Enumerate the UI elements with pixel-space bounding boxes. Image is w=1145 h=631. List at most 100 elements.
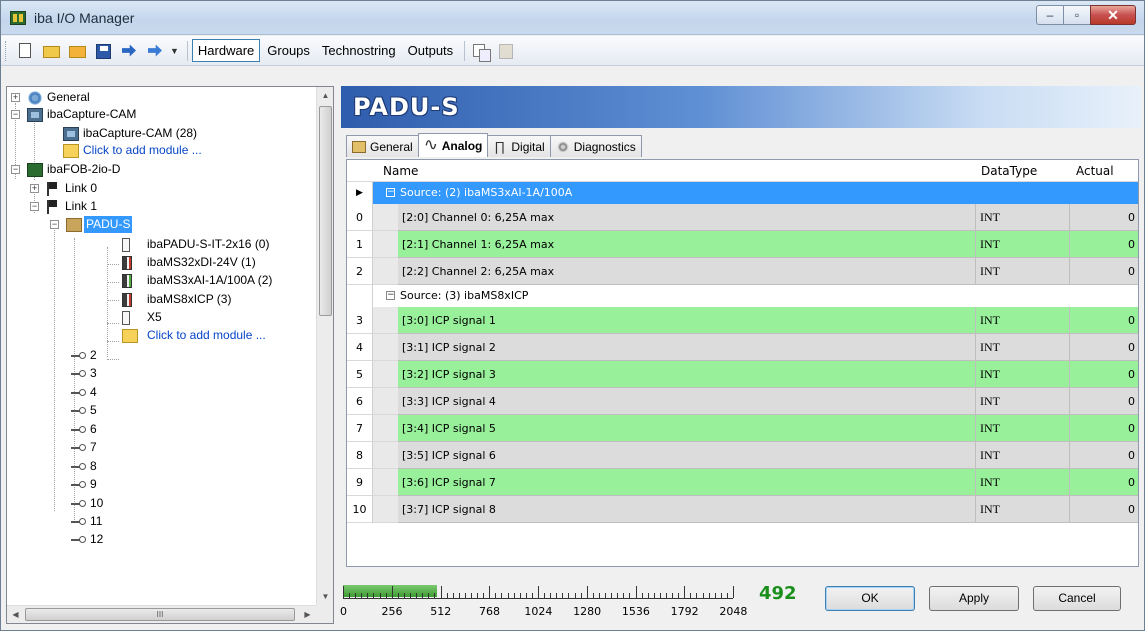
table-row[interactable]: 6 [3:3] ICP signal 4 INT 0: [347, 388, 1138, 415]
signal-name-cell[interactable]: [3:6] ICP signal 7: [398, 469, 976, 496]
scroll-down-arrow-icon[interactable]: ▼: [317, 588, 333, 605]
tree-item-label: ibaFOB-2io-D: [47, 162, 121, 176]
scroll-up-arrow-icon[interactable]: ▲: [317, 87, 333, 104]
link-connector-icon: [71, 426, 86, 433]
table-row[interactable]: 0 [2:0] Channel 0: 6,25A max INT 0: [347, 204, 1138, 231]
signal-name-cell[interactable]: [3:3] ICP signal 4: [398, 388, 976, 415]
datatype-cell[interactable]: INT: [976, 496, 1070, 523]
collapse-group-icon[interactable]: −: [386, 188, 395, 197]
module-header: PADU-S: [341, 86, 1141, 128]
signal-name-cell[interactable]: [3:5] ICP signal 6: [398, 442, 976, 469]
datatype-cell[interactable]: INT: [976, 415, 1070, 442]
signal-name-cell[interactable]: [3:7] ICP signal 8: [398, 496, 976, 523]
table-row[interactable]: 4 [3:1] ICP signal 2 INT 0: [347, 334, 1138, 361]
source-group-row[interactable]: − Source: (3) ibaMS8xICP: [347, 285, 1138, 307]
meter-scale-label: 1536: [621, 605, 650, 618]
table-row[interactable]: 7 [3:4] ICP signal 5 INT 0: [347, 415, 1138, 442]
import-icon[interactable]: [118, 40, 140, 62]
source-group-row[interactable]: ▶ − Source: (2) ibaMS3xAI-1A/100A: [347, 182, 1138, 204]
signal-name-cell[interactable]: [3:4] ICP signal 5: [398, 415, 976, 442]
tab-digital[interactable]: Digital: [487, 135, 551, 157]
toolbar-tab-groups[interactable]: Groups: [262, 40, 315, 61]
signal-name-cell[interactable]: [2:0] Channel 0: 6,25A max: [398, 204, 976, 231]
signal-name-cell[interactable]: [3:1] ICP signal 2: [398, 334, 976, 361]
table-row[interactable]: 5 [3:2] ICP signal 3 INT 0: [347, 361, 1138, 388]
meter-tick: [623, 593, 625, 598]
tab-diagnostics[interactable]: Diagnostics: [549, 135, 642, 157]
scroll-left-arrow-icon[interactable]: ◀: [7, 606, 24, 623]
datatype-cell[interactable]: INT: [976, 361, 1070, 388]
column-header-actual[interactable]: Actual: [1076, 160, 1114, 182]
datatype-cell[interactable]: INT: [976, 204, 1070, 231]
column-header-name[interactable]: Name: [383, 160, 418, 182]
toolbar-tab-outputs[interactable]: Outputs: [403, 40, 459, 61]
signal-name-cell[interactable]: [2:2] Channel 2: 6,25A max: [398, 258, 976, 285]
table-row[interactable]: 2 [2:2] Channel 2: 6,25A max INT 0: [347, 258, 1138, 285]
ok-button[interactable]: OK: [825, 586, 915, 611]
datatype-cell[interactable]: INT: [976, 231, 1070, 258]
expand-icon[interactable]: +: [30, 184, 39, 193]
slot-icon: [122, 311, 130, 325]
signal-name-cell[interactable]: [3:0] ICP signal 1: [398, 307, 976, 334]
datatype-cell[interactable]: INT: [976, 442, 1070, 469]
collapse-icon[interactable]: −: [11, 165, 20, 174]
collapse-group-icon[interactable]: −: [386, 291, 395, 300]
table-row[interactable]: 3 [3:0] ICP signal 1 INT 0: [347, 307, 1138, 334]
open-folder-icon[interactable]: [40, 40, 62, 62]
camera-icon: [63, 127, 79, 141]
toolbar-tab-technostring[interactable]: Technostring: [317, 40, 401, 61]
export-icon[interactable]: [144, 40, 166, 62]
copy-icon[interactable]: [469, 40, 492, 62]
column-header-datatype[interactable]: DataType: [981, 160, 1037, 182]
pane-splitter[interactable]: [336, 86, 340, 624]
maximize-button[interactable]: ▫: [1063, 5, 1090, 25]
signal-name-cell[interactable]: [2:1] Channel 1: 6,25A max: [398, 231, 976, 258]
new-file-icon[interactable]: [14, 40, 36, 62]
meter-tick: [519, 593, 521, 598]
table-row[interactable]: 10 [3:7] ICP signal 8 INT 0: [347, 496, 1138, 523]
tree-vertical-scrollbar[interactable]: ▲ ▼: [316, 87, 333, 605]
tab-general[interactable]: General: [346, 135, 419, 157]
meter-tick: [361, 593, 363, 598]
toolbar-tab-hardware[interactable]: Hardware: [191, 39, 261, 62]
open-special-folder-icon[interactable]: [66, 40, 88, 62]
collapse-icon[interactable]: −: [30, 202, 39, 211]
collapse-icon[interactable]: −: [50, 220, 59, 229]
signal-name-cell[interactable]: [3:2] ICP signal 3: [398, 361, 976, 388]
meter-tick: [434, 593, 436, 598]
paste-icon[interactable]: [495, 40, 517, 62]
meter-tick: [586, 586, 588, 598]
expand-icon[interactable]: +: [11, 93, 20, 102]
apply-button[interactable]: Apply: [929, 586, 1019, 611]
row-header: [347, 285, 373, 307]
save-icon[interactable]: [92, 40, 114, 62]
scroll-thumb[interactable]: III: [25, 608, 295, 621]
cancel-button[interactable]: Cancel: [1033, 586, 1121, 611]
meter-tick: [422, 593, 424, 598]
meter-tick: [507, 593, 509, 598]
export-dropdown-arrow-icon[interactable]: ▼: [170, 46, 179, 56]
scroll-right-arrow-icon[interactable]: ▶: [299, 606, 316, 623]
collapse-icon[interactable]: −: [11, 110, 20, 119]
source-group-label: Source: (2) ibaMS3xAI-1A/100A: [400, 186, 573, 199]
close-button[interactable]: ✕: [1090, 5, 1136, 25]
meter-scale-label: 256: [381, 605, 403, 618]
meter-tick: [726, 593, 728, 598]
datatype-cell[interactable]: INT: [976, 307, 1070, 334]
meter-tick: [489, 586, 491, 598]
minimize-button[interactable]: –: [1036, 5, 1063, 25]
scroll-thumb[interactable]: [319, 106, 332, 316]
table-row[interactable]: 8 [3:5] ICP signal 6 INT 0: [347, 442, 1138, 469]
datatype-cell[interactable]: INT: [976, 258, 1070, 285]
tab-analog[interactable]: Analog: [417, 133, 489, 157]
module-config-pane: PADU-S General Analog Digital Diagnostic…: [340, 86, 1141, 624]
meter-tick: [513, 593, 515, 598]
datatype-cell[interactable]: INT: [976, 334, 1070, 361]
tree-item-label: 5: [90, 403, 97, 417]
status-area: 0 256 512 768 1024 1280 1536 1792 2048 492 OK Ap…: [340, 575, 1141, 624]
table-row[interactable]: 1 [2:1] Channel 1: 6,25A max INT 0: [347, 231, 1138, 258]
table-row[interactable]: 9 [3:6] ICP signal 7 INT 0: [347, 469, 1138, 496]
datatype-cell[interactable]: INT: [976, 469, 1070, 496]
tree-horizontal-scrollbar[interactable]: ◀ III ▶: [7, 605, 317, 623]
datatype-cell[interactable]: INT: [976, 388, 1070, 415]
